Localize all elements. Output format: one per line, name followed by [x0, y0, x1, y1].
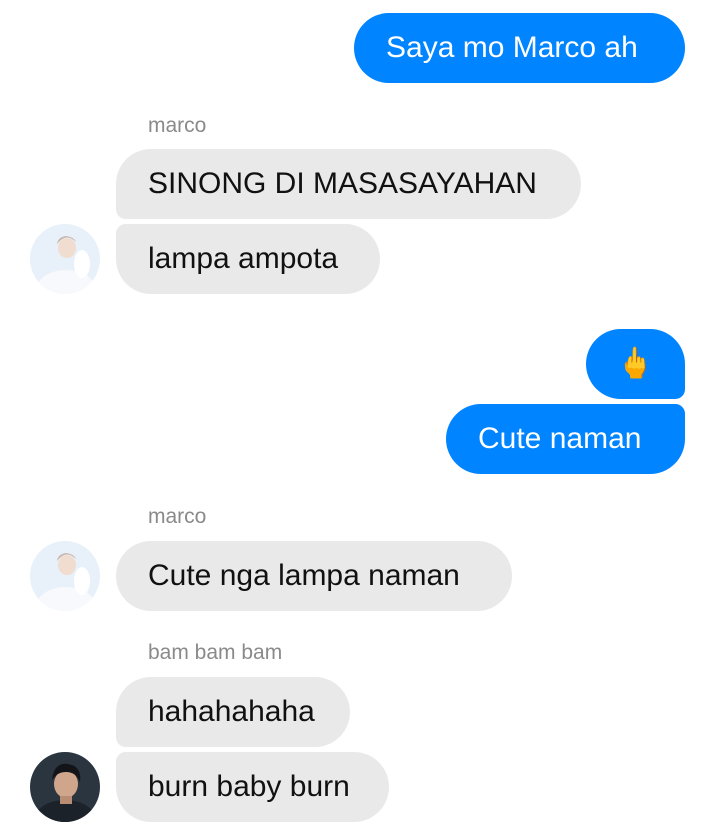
outgoing-message-bubble[interactable]: Saya mo Marco ah [354, 13, 685, 83]
incoming-message-bubble[interactable]: lampa ampota [116, 224, 380, 294]
sender-name: marco [148, 505, 207, 528]
avatar-image [30, 224, 100, 294]
message-text: SINONG DI MASASAYAHAN [148, 167, 537, 200]
avatar-bam-bam-bam[interactable] [30, 752, 100, 822]
avatar-image [30, 541, 100, 611]
sender-name: marco [148, 114, 207, 137]
message-text: burn baby burn [148, 770, 350, 803]
avatar-marco[interactable] [30, 224, 100, 294]
avatar-marco[interactable] [30, 541, 100, 611]
message-text: Cute nga lampa naman [148, 559, 460, 592]
incoming-message-bubble[interactable]: Cute nga lampa naman [116, 541, 512, 611]
incoming-message-bubble[interactable]: SINONG DI MASASAYAHAN [116, 149, 581, 219]
incoming-message-bubble[interactable]: hahahahaha [116, 677, 350, 747]
incoming-message-bubble[interactable]: burn baby burn [116, 752, 389, 822]
message-text: Cute naman [478, 422, 642, 455]
sender-name: bam bam bam [148, 641, 283, 664]
outgoing-emoji-bubble[interactable]: 🖕 [586, 329, 685, 399]
message-text: lampa ampota [148, 242, 339, 275]
message-text: Saya mo Marco ah [386, 31, 638, 64]
outgoing-message-bubble[interactable]: Cute naman [446, 404, 685, 474]
message-text: hahahahaha [148, 695, 315, 728]
avatar-image [30, 752, 100, 822]
middle-finger-emoji: 🖕 [616, 347, 655, 380]
